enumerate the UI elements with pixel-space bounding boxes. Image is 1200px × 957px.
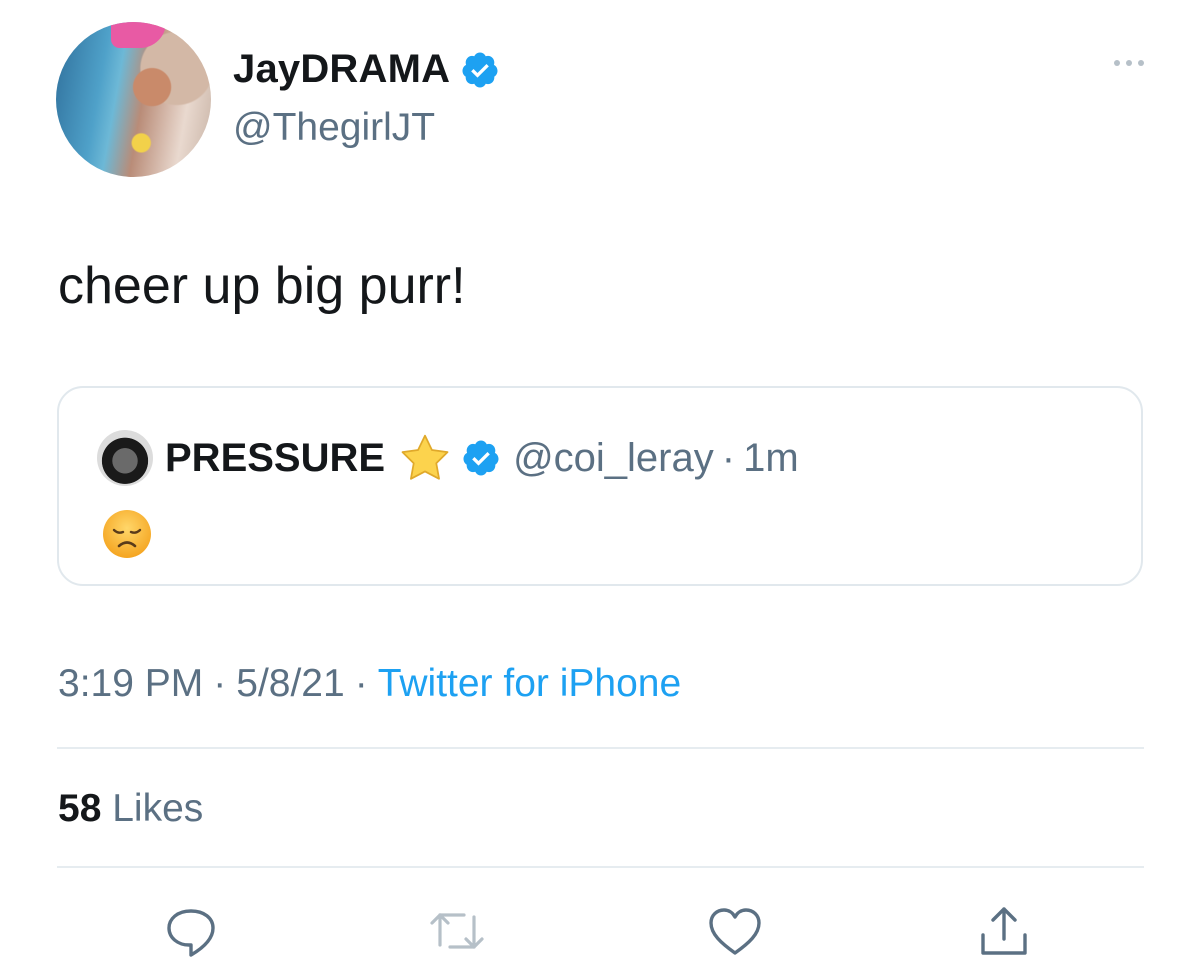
like-heart-icon[interactable] xyxy=(706,905,764,957)
verified-badge-icon xyxy=(460,50,500,90)
star-emoji-icon xyxy=(399,433,451,483)
meta-separator: · xyxy=(354,662,368,705)
share-icon[interactable] xyxy=(975,905,1033,957)
divider xyxy=(57,866,1144,868)
quoted-display-name: PRESSURE xyxy=(165,435,386,480)
likes-stat[interactable]: 58 Likes xyxy=(58,787,203,831)
author-display-name[interactable]: JayDRAMA xyxy=(233,47,450,92)
reply-icon[interactable] xyxy=(163,905,219,957)
tweet-time: 3:19 PM xyxy=(58,662,204,705)
likes-count: 58 xyxy=(58,787,102,830)
quoted-verified-badge-icon xyxy=(461,438,501,478)
author-avatar[interactable] xyxy=(56,22,211,177)
quoted-timestamp: 1m xyxy=(743,435,799,480)
meta-separator: · xyxy=(213,662,227,705)
quoted-tweet-header: PRESSURE @coi_leray · 1m xyxy=(97,430,799,486)
quoted-separator: · xyxy=(721,435,736,480)
likes-label: Likes xyxy=(112,787,204,830)
disappointed-face-emoji-icon xyxy=(101,508,153,565)
retweet-icon[interactable] xyxy=(426,905,488,957)
tweet-text: cheer up big purr! xyxy=(58,257,466,315)
quoted-tweet-card[interactable]: PRESSURE @coi_leray · 1m xyxy=(57,386,1143,586)
author-name-row: JayDRAMA xyxy=(233,47,500,92)
divider xyxy=(57,747,1144,749)
tweet-source-link[interactable]: Twitter for iPhone xyxy=(378,662,681,705)
tweet-meta: 3:19 PM · 5/8/21 · Twitter for iPhone xyxy=(58,662,681,706)
tweet-date: 5/8/21 xyxy=(236,662,345,705)
author-handle[interactable]: @ThegirlJT xyxy=(233,106,435,150)
quoted-author-avatar xyxy=(97,430,153,486)
action-bar xyxy=(0,905,1200,957)
quoted-handle: @coi_leray xyxy=(513,435,714,480)
more-options-icon[interactable] xyxy=(1114,60,1144,66)
